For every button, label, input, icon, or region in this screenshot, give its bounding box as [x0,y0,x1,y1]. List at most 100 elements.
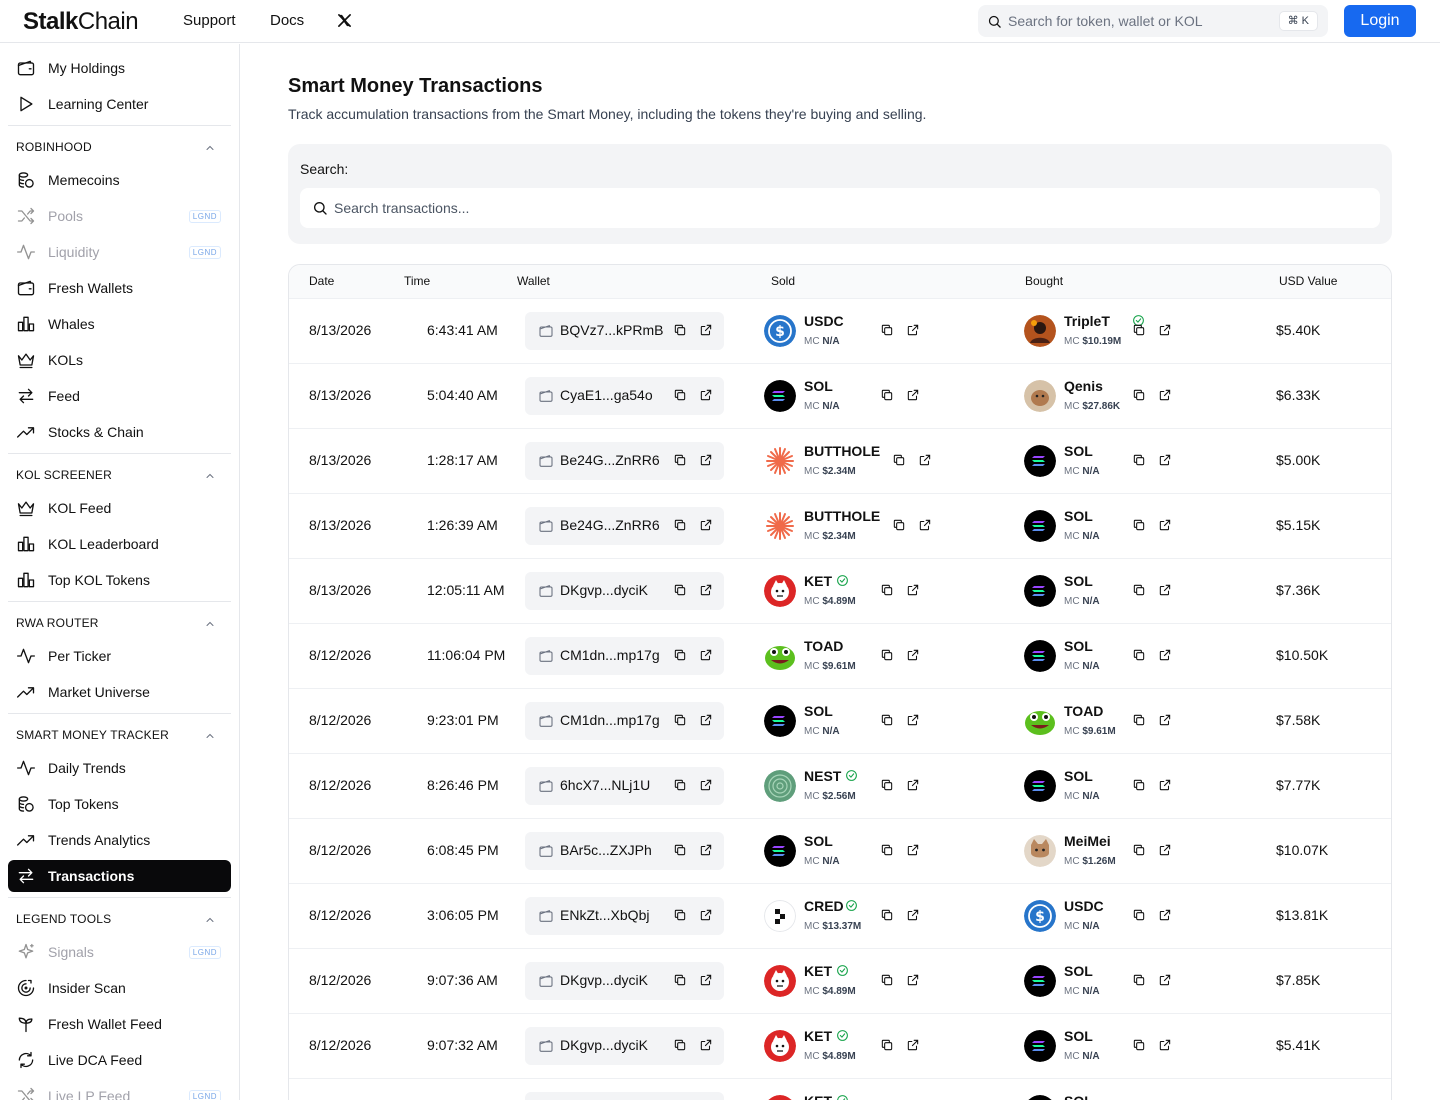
x-twitter-icon[interactable] [337,13,352,28]
wallet-address[interactable]: CM1dn...mp17g [560,712,660,728]
token-symbol[interactable]: TripleT [1064,313,1110,329]
wallet-address[interactable]: Be24G...ZnRR6 [560,452,660,468]
column-header-time[interactable]: Time [404,274,430,288]
token-symbol[interactable]: SOL [804,703,833,719]
external-link-icon[interactable] [1158,973,1172,992]
token-symbol[interactable]: SOL [804,378,833,394]
table-row[interactable]: 8/12/2026 6:08:45 PM BAr5c...ZXJPh SOL MC… [289,819,1391,884]
global-search[interactable]: ⌘ K [978,5,1328,37]
token-logo-ket-icon[interactable] [764,1095,796,1100]
token-logo-sol-icon[interactable] [1024,770,1056,802]
wallet-chip[interactable]: Be24G...ZnRR6 [525,442,724,480]
copy-icon[interactable] [880,648,894,667]
copy-icon[interactable] [673,843,687,862]
token-symbol[interactable]: SOL [1064,768,1093,784]
copy-icon[interactable] [673,1038,687,1057]
external-link-icon[interactable] [1158,713,1172,732]
copy-icon[interactable] [880,778,894,797]
external-link-icon[interactable] [906,648,920,667]
copy-icon[interactable] [1132,388,1146,407]
copy-icon[interactable] [673,713,687,732]
chevron-up-icon[interactable] [204,730,216,745]
wallet-chip[interactable]: BAr5c...ZXJPh [525,832,724,870]
token-logo-toad-icon[interactable] [764,640,796,672]
wallet-chip[interactable]: DKgvp...dyciK [525,962,724,1000]
copy-icon[interactable] [1132,713,1146,732]
global-search-input[interactable] [1008,11,1258,31]
token-logo-ket-icon[interactable] [764,1030,796,1062]
column-header-wallet[interactable]: Wallet [517,274,550,288]
wallet-chip[interactable]: Be24G...ZnRR6 [525,507,724,545]
logo[interactable]: StalkChain [23,8,139,36]
token-symbol[interactable]: KET [804,1093,832,1100]
sidebar-item-live-dca-feed[interactable]: Live DCA Feed [8,1044,231,1076]
sidebar-item-transactions[interactable]: Transactions [8,860,231,892]
copy-icon[interactable] [1132,908,1146,927]
token-symbol[interactable]: TOAD [1064,703,1103,719]
sidebar-item-whales[interactable]: Whales [8,308,231,340]
copy-icon[interactable] [880,908,894,927]
table-row[interactable]: 8/12/2026 3:06:05 PM ENkZt...XbQbj CRED M… [289,884,1391,949]
token-logo-butthole-icon[interactable] [764,510,796,542]
column-header-bought[interactable]: Bought [1025,274,1063,288]
token-logo-butthole-icon[interactable] [764,445,796,477]
wallet-address[interactable]: CM1dn...mp17g [560,647,660,663]
external-link-icon[interactable] [699,973,713,992]
sidebar-section-legend-tools[interactable]: LEGEND TOOLS [16,912,216,928]
token-logo-sol-icon[interactable] [1024,965,1056,997]
column-header-date[interactable]: Date [309,274,334,288]
external-link-icon[interactable] [1158,323,1172,342]
external-link-icon[interactable] [1158,778,1172,797]
chevron-up-icon[interactable] [204,618,216,633]
copy-icon[interactable] [673,973,687,992]
sidebar-item-daily-trends[interactable]: Daily Trends [8,752,231,784]
token-logo-ket-icon[interactable] [764,965,796,997]
wallet-chip[interactable]: BQVz7...kPRmB [525,312,724,350]
wallet-address[interactable]: DKgvp...dyciK [560,582,648,598]
copy-icon[interactable] [892,453,906,472]
sidebar-item-live-lp-feed[interactable]: Live LP Feed LGND [8,1080,231,1100]
external-link-icon[interactable] [699,518,713,537]
table-row[interactable]: 8/12/2026 11:06:04 PM CM1dn...mp17g TOAD … [289,624,1391,689]
external-link-icon[interactable] [699,713,713,732]
external-link-icon[interactable] [699,648,713,667]
wallet-address[interactable]: CyaE1...ga54o [560,387,653,403]
copy-icon[interactable] [1132,323,1146,342]
table-row[interactable]: KET SOL [289,1079,1391,1100]
table-row[interactable]: 8/13/2026 5:04:40 AM CyaE1...ga54o SOL MC… [289,364,1391,429]
column-header-usd-value[interactable]: USD Value [1279,274,1337,288]
sidebar-item-learning-center[interactable]: Learning Center [8,88,231,120]
column-header-sold[interactable]: Sold [771,274,795,288]
external-link-icon[interactable] [906,388,920,407]
sidebar-item-stocks-and-chain[interactable]: Stocks & Chain [8,416,231,448]
table-row[interactable]: 8/13/2026 1:28:17 AM Be24G...ZnRR6 BUTTHO… [289,429,1391,494]
copy-icon[interactable] [673,388,687,407]
token-symbol[interactable]: USDC [804,313,844,329]
copy-icon[interactable] [880,388,894,407]
token-logo-qenis-icon[interactable] [1024,380,1056,412]
nav-link-support[interactable]: Support [183,12,236,29]
token-symbol[interactable]: TOAD [804,638,843,654]
nav-link-docs[interactable]: Docs [270,12,304,29]
sidebar-item-liquidity[interactable]: Liquidity LGND [8,236,231,268]
sidebar-item-kols[interactable]: KOLs [8,344,231,376]
sidebar-item-my-holdings[interactable]: My Holdings [8,52,231,84]
external-link-icon[interactable] [906,583,920,602]
external-link-icon[interactable] [1158,388,1172,407]
table-row[interactable]: 8/13/2026 6:43:41 AM BQVz7...kPRmB $ USDC… [289,299,1391,364]
sidebar-section-smart-money-tracker[interactable]: SMART MONEY TRACKER [16,728,216,744]
copy-icon[interactable] [673,648,687,667]
copy-icon[interactable] [1132,648,1146,667]
token-symbol[interactable]: USDC [1064,898,1104,914]
token-logo-sol-icon[interactable] [1024,510,1056,542]
sidebar-item-kol-leaderboard[interactable]: KOL Leaderboard [8,528,231,560]
token-logo-sol-icon[interactable] [1024,1095,1056,1100]
wallet-chip[interactable]: DKgvp...dyciK [525,572,724,610]
wallet-chip[interactable]: CyaE1...ga54o [525,377,724,415]
sidebar-item-pools[interactable]: Pools LGND [8,200,231,232]
token-symbol[interactable]: KET [804,963,832,979]
sidebar-item-memecoins[interactable]: Memecoins [8,164,231,196]
external-link-icon[interactable] [906,778,920,797]
external-link-icon[interactable] [699,843,713,862]
token-symbol[interactable]: SOL [1064,573,1093,589]
